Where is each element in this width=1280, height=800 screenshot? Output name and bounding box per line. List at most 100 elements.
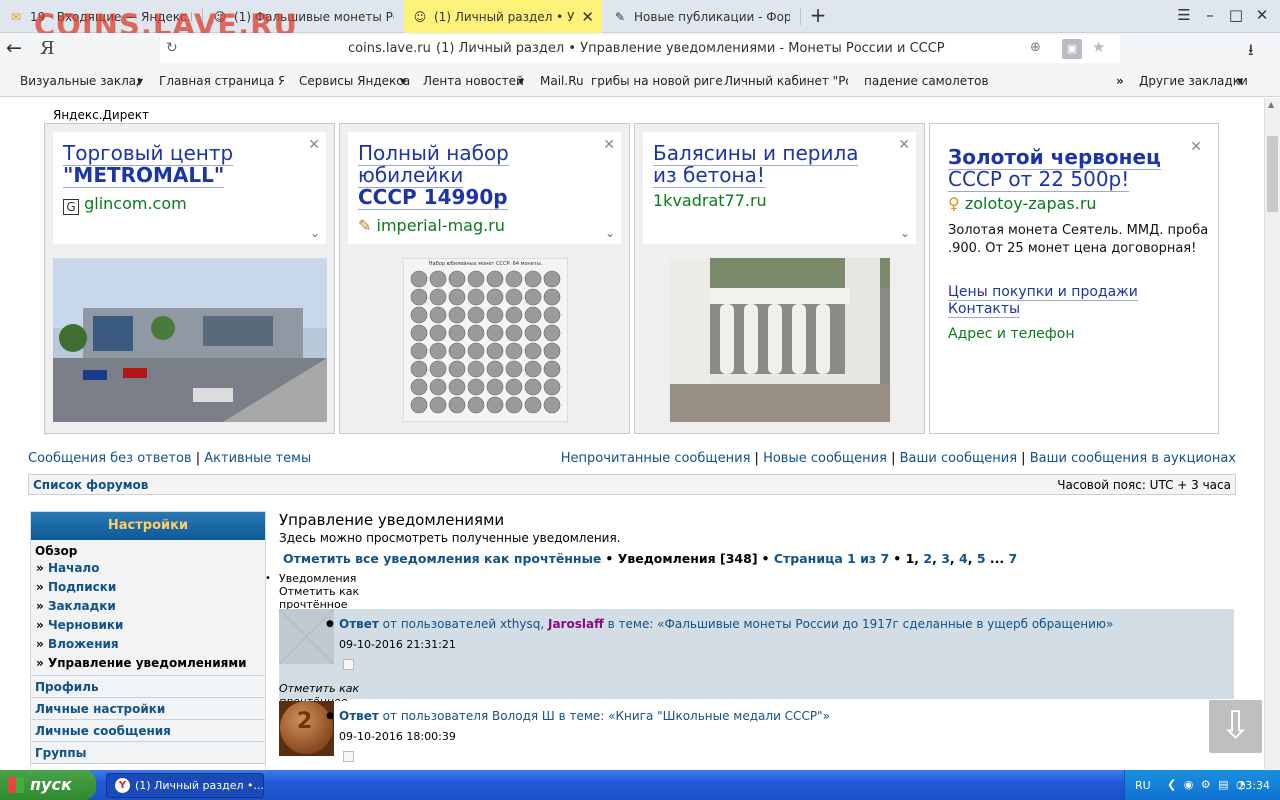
sidebar-section-profile[interactable]: Профиль bbox=[31, 676, 265, 698]
bookmark-star-icon[interactable]: ★ bbox=[1092, 38, 1105, 56]
chevron-down-icon[interactable]: ⌄ bbox=[900, 226, 910, 240]
bookmark-item[interactable]: Лента новостей bbox=[423, 74, 524, 88]
notification-row[interactable]: ● Ответ от пользователей xthysq, Jarosla… bbox=[278, 608, 1234, 708]
ad-domain[interactable]: ♀ zolotoy-zapas.ru bbox=[948, 194, 1097, 213]
notification-action-link[interactable]: Ответ bbox=[339, 709, 379, 723]
sidebar-section-preferences[interactable]: Личные настройки bbox=[31, 698, 265, 720]
topic-link[interactable]: в теме: «Фальшивые монеты России до 1917… bbox=[608, 617, 1114, 631]
bookmark-item[interactable]: Главная страница Янд bbox=[159, 74, 284, 88]
page-link[interactable]: 7 bbox=[1009, 551, 1018, 566]
close-ad-icon[interactable]: ✕ bbox=[603, 137, 615, 153]
bookmark-item[interactable]: Личный кабинет "Рос bbox=[724, 74, 848, 88]
ad-title[interactable]: Полный набор юбилейки СССР 14990р bbox=[358, 141, 509, 210]
topic-link[interactable]: в теме: «Книга "Школьные медали СССР"» bbox=[559, 709, 830, 723]
scroll-down-arrow-icon[interactable]: ⇩ bbox=[1209, 700, 1262, 753]
user-link[interactable]: Володя Ш bbox=[492, 709, 555, 723]
tab-forum[interactable]: ✎ Новые публикации - Форум bbox=[604, 0, 798, 33]
start-button[interactable]: пуск bbox=[0, 770, 96, 800]
bookmark-item[interactable]: падение самолетов bbox=[864, 74, 989, 88]
notification-action-link[interactable]: Ответ bbox=[339, 617, 379, 631]
ad-block-metromall[interactable]: Торговый центр "METROMALL" G glincom.com… bbox=[44, 123, 335, 434]
mail-icon: ✉ bbox=[10, 9, 22, 24]
sidebar-item-start[interactable]: » Начало bbox=[35, 559, 261, 578]
page-link[interactable]: 2 bbox=[923, 551, 932, 566]
page-link[interactable]: 3 bbox=[941, 551, 950, 566]
back-arrow-icon[interactable]: ← bbox=[6, 37, 22, 59]
breadcrumb-forum-index[interactable]: Список форумов bbox=[33, 478, 148, 492]
link-unread[interactable]: Непрочитанные сообщения bbox=[561, 451, 751, 466]
tab-notifications[interactable]: ☺ (1) Личный раздел • Упр ✕ bbox=[404, 0, 602, 33]
chevron-down-icon[interactable]: ▾ bbox=[518, 74, 524, 88]
chevron-down-icon[interactable]: ▾ bbox=[1237, 74, 1243, 88]
lock-icon[interactable]: ▣ bbox=[1062, 39, 1082, 59]
close-window-icon[interactable]: ✕ bbox=[1252, 6, 1272, 24]
scroll-up-arrow-icon[interactable]: ▲ bbox=[1268, 100, 1274, 109]
mark-all-read-link[interactable]: Отметить все уведомления как прочтённые bbox=[283, 551, 601, 566]
bookmark-folder-other[interactable]: Другие закладки bbox=[1139, 74, 1248, 88]
close-ad-icon[interactable]: ✕ bbox=[1190, 139, 1202, 155]
sidebar-section-groups[interactable]: Группы bbox=[31, 742, 265, 764]
sidebar-item-attachments[interactable]: » Вложения bbox=[35, 635, 261, 654]
notification-row[interactable]: 2 ● Ответ от пользователя Володя Ш в тем… bbox=[279, 701, 1234, 769]
ad-link-address[interactable]: Адрес и телефон bbox=[948, 326, 1074, 342]
tab-fakes[interactable]: ☺ (1) Фальшивые монеты России bbox=[204, 0, 402, 33]
ad-title[interactable]: Торговый центр "METROMALL" bbox=[63, 141, 234, 188]
maximize-icon[interactable]: □ bbox=[1226, 6, 1246, 24]
chevron-down-icon[interactable]: ▾ bbox=[137, 74, 143, 88]
sidebar-item-subscriptions[interactable]: » Подписки bbox=[35, 578, 261, 597]
more-bookmarks-icon[interactable]: » bbox=[1116, 74, 1124, 88]
tab-mail[interactable]: ✉ 19 · Входящие — Яндекс.Почта bbox=[0, 0, 200, 33]
ad-domain[interactable]: G glincom.com bbox=[63, 194, 187, 215]
ad-domain[interactable]: ✎ imperial-mag.ru bbox=[358, 216, 505, 235]
close-ad-icon[interactable]: ✕ bbox=[308, 137, 320, 153]
scroll-thumb[interactable] bbox=[1267, 136, 1278, 212]
ad-link-prices[interactable]: Цены покупки и продажи bbox=[948, 284, 1138, 301]
tray-icons[interactable]: ❮ ◉ ⚙ ▤ ◔ bbox=[1167, 778, 1248, 791]
ad-title[interactable]: Золотой червонец СССР от 22 500р! bbox=[948, 145, 1161, 192]
mark-read-checkbox[interactable] bbox=[343, 751, 354, 762]
user-link[interactable]: xthysq bbox=[500, 617, 540, 631]
bookmark-item[interactable]: Визуальные заклад... bbox=[20, 74, 140, 88]
download-icon[interactable]: ⭳ bbox=[1248, 39, 1254, 66]
ad-domain[interactable]: 1kvadrat77.ru bbox=[653, 191, 767, 210]
minimize-icon[interactable]: – bbox=[1200, 6, 1220, 24]
close-tab-icon[interactable]: ✕ bbox=[581, 8, 594, 26]
link-your-posts[interactable]: Ваши сообщения bbox=[900, 451, 1017, 466]
page-link[interactable]: 4 bbox=[959, 551, 968, 566]
language-indicator[interactable]: RU bbox=[1135, 779, 1151, 792]
page-scrollbar[interactable]: ▲ bbox=[1264, 98, 1280, 769]
taskbar-item-browser[interactable]: Y (1) Личный раздел •... bbox=[106, 773, 264, 798]
yandex-logo-icon[interactable]: Я bbox=[40, 38, 55, 59]
ad-block-balusters[interactable]: Балясины и перила из бетона! 1kvadrat77.… bbox=[634, 123, 925, 434]
mark-read-checkbox[interactable] bbox=[343, 659, 354, 670]
chevron-down-icon[interactable]: ⌄ bbox=[605, 226, 615, 240]
chevron-down-icon[interactable]: ▾ bbox=[400, 74, 406, 88]
zoom-icon[interactable]: ⊕ bbox=[1030, 40, 1041, 55]
clock[interactable]: 23:34 bbox=[1238, 779, 1270, 792]
link-new-posts[interactable]: Новые сообщения bbox=[763, 451, 887, 466]
bookmark-item[interactable]: Сервисы Яндекса bbox=[299, 74, 410, 88]
page-link[interactable]: 5 bbox=[977, 551, 986, 566]
ad-title[interactable]: Балясины и перила из бетона! bbox=[653, 141, 859, 188]
user-link[interactable]: Jaroslaff bbox=[548, 617, 604, 631]
ad-block-gold[interactable]: Золотой червонец СССР от 22 500р! ♀ zolo… bbox=[929, 123, 1219, 434]
page-indicator[interactable]: Страница 1 из 7 bbox=[774, 551, 889, 566]
bookmark-item[interactable]: Mail.Ru bbox=[540, 74, 584, 88]
sidebar-item-drafts[interactable]: » Черновики bbox=[35, 616, 261, 635]
ad-block-imperial[interactable]: Полный набор юбилейки СССР 14990р ✎ impe… bbox=[339, 123, 630, 434]
sidebar-item-notifications[interactable]: » Управление уведомлениями bbox=[35, 654, 261, 673]
address-field[interactable]: ↻ coins.lave.ru (1) Личный раздел • Упра… bbox=[160, 35, 1120, 63]
sidebar-section-private-messages[interactable]: Личные сообщения bbox=[31, 720, 265, 742]
menu-icon[interactable]: ☰ bbox=[1174, 6, 1194, 24]
close-ad-icon[interactable]: ✕ bbox=[898, 137, 910, 153]
bullet: • bbox=[761, 551, 774, 566]
sidebar-item-bookmarks[interactable]: » Закладки bbox=[35, 597, 261, 616]
link-unanswered[interactable]: Сообщения без ответов bbox=[28, 451, 192, 466]
link-active-topics[interactable]: Активные темы bbox=[204, 451, 311, 466]
new-tab-button[interactable]: + bbox=[808, 3, 828, 27]
chevron-down-icon[interactable]: ⌄ bbox=[310, 226, 320, 240]
ad-link-contacts[interactable]: Контакты bbox=[948, 301, 1021, 318]
bookmark-item[interactable]: грибы на новой риге bbox=[591, 74, 723, 88]
reload-icon[interactable]: ↻ bbox=[166, 40, 178, 56]
link-your-auction-posts[interactable]: Ваши сообщения в аукционах bbox=[1030, 451, 1236, 466]
